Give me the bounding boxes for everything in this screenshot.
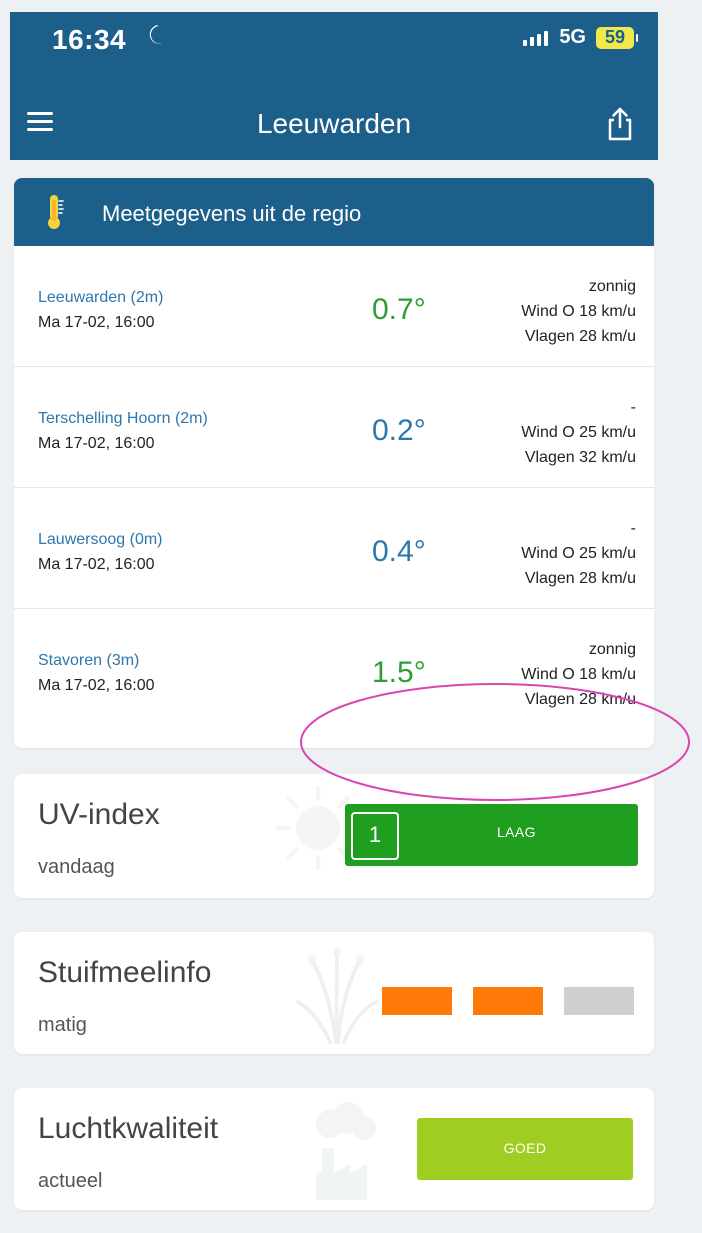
station-row[interactable]: Leeuwarden (2m) Ma 17-02, 16:00 0.7° zon…	[14, 246, 654, 367]
regional-measurements-card: Meetgegevens uit de regio Leeuwarden (2m…	[14, 178, 654, 748]
uv-title: UV-index	[38, 798, 160, 831]
station-temperature: 0.4°	[372, 535, 426, 568]
station-name: Lauwersoog (0m)	[38, 531, 163, 548]
uv-subtitle: vandaag	[38, 856, 115, 878]
station-temperature: 0.2°	[372, 414, 426, 447]
pollen-level-bar-1	[382, 987, 452, 1015]
station-gusts: Vlagen 28 km/u	[524, 328, 636, 345]
pollen-level-bar-3	[564, 987, 634, 1015]
air-quality-level-bar: GOED	[417, 1118, 633, 1180]
uv-index-card[interactable]: UV-index vandaag 1 LAAG	[14, 774, 654, 898]
air-quality-title: Luchtkwaliteit	[38, 1112, 219, 1145]
battery-icon: 59	[596, 26, 638, 49]
station-wind: Wind O 25 km/u	[521, 424, 636, 441]
station-gusts: Vlagen 28 km/u	[524, 691, 636, 708]
station-gusts: Vlagen 32 km/u	[524, 449, 636, 466]
signal-icon	[523, 30, 549, 46]
station-weather-info: zonnig Wind O 18 km/u Vlagen 28 km/u	[466, 637, 636, 712]
station-date: Ma 17-02, 16:00	[38, 435, 155, 452]
thermometer-icon	[48, 195, 64, 229]
pollen-subtitle: matig	[38, 1014, 87, 1036]
share-icon[interactable]	[604, 106, 636, 142]
station-condition: zonnig	[588, 278, 636, 295]
station-date: Ma 17-02, 16:00	[38, 677, 155, 694]
station-name: Leeuwarden (2m)	[38, 289, 164, 306]
station-condition: zonnig	[588, 641, 636, 658]
station-wind: Wind O 18 km/u	[521, 303, 636, 320]
weather-app: 16:34 5G 59 Leeuwarden Meetgegevens uit …	[10, 12, 658, 1222]
station-date: Ma 17-02, 16:00	[38, 314, 155, 331]
station-wind: Wind O 25 km/u	[521, 545, 636, 562]
page-title: Leeuwarden	[256, 108, 412, 139]
grass-icon	[296, 948, 378, 1044]
status-indicators: 5G 59	[523, 26, 638, 49]
status-bar: 16:34 5G 59	[10, 12, 658, 76]
station-date: Ma 17-02, 16:00	[38, 556, 155, 573]
station-row[interactable]: Terschelling Hoorn (2m) Ma 17-02, 16:00 …	[14, 367, 654, 488]
air-quality-card[interactable]: Luchtkwaliteit actueel GOED	[14, 1088, 654, 1210]
pollen-title: Stuifmeelinfo	[38, 956, 212, 989]
station-gusts: Vlagen 28 km/u	[524, 570, 636, 587]
station-wind: Wind O 18 km/u	[521, 666, 636, 683]
air-quality-level-label: GOED	[503, 1140, 547, 1156]
app-navbar: Leeuwarden	[10, 84, 658, 160]
top-bar: 16:34 5G 59 Leeuwarden	[10, 12, 658, 160]
uv-level-label: LAAG	[497, 824, 536, 840]
station-row[interactable]: Lauwersoog (0m) Ma 17-02, 16:00 0.4° - W…	[14, 488, 654, 609]
station-weather-info: - Wind O 25 km/u Vlagen 32 km/u	[466, 395, 636, 470]
station-list: Leeuwarden (2m) Ma 17-02, 16:00 0.7° zon…	[14, 246, 654, 729]
station-condition: -	[630, 520, 636, 537]
station-condition: -	[630, 399, 636, 416]
measurements-header: Meetgegevens uit de regio	[14, 178, 654, 246]
pollen-level-bar-2	[473, 987, 543, 1015]
pollen-info-card[interactable]: Stuifmeelinfo matig	[14, 932, 654, 1054]
station-weather-info: - Wind O 25 km/u Vlagen 28 km/u	[466, 516, 636, 591]
station-row[interactable]: Stavoren (3m) Ma 17-02, 16:00 1.5° zonni…	[14, 609, 654, 729]
station-name: Stavoren (3m)	[38, 652, 140, 669]
uv-index-value: 1	[351, 812, 399, 860]
air-quality-subtitle: actueel	[38, 1170, 103, 1192]
moon-icon	[149, 25, 163, 44]
measurements-title: Meetgegevens uit de regio	[102, 201, 362, 226]
station-temperature: 1.5°	[372, 656, 426, 689]
status-time: 16:34	[52, 24, 127, 55]
station-name: Terschelling Hoorn (2m)	[38, 410, 208, 427]
factory-icon	[316, 1102, 376, 1200]
uv-level-bar: 1 LAAG	[345, 804, 638, 866]
battery-level: 59	[604, 27, 626, 47]
network-label: 5G	[559, 26, 586, 48]
station-weather-info: zonnig Wind O 18 km/u Vlagen 28 km/u	[466, 274, 636, 349]
station-temperature: 0.7°	[372, 293, 426, 326]
